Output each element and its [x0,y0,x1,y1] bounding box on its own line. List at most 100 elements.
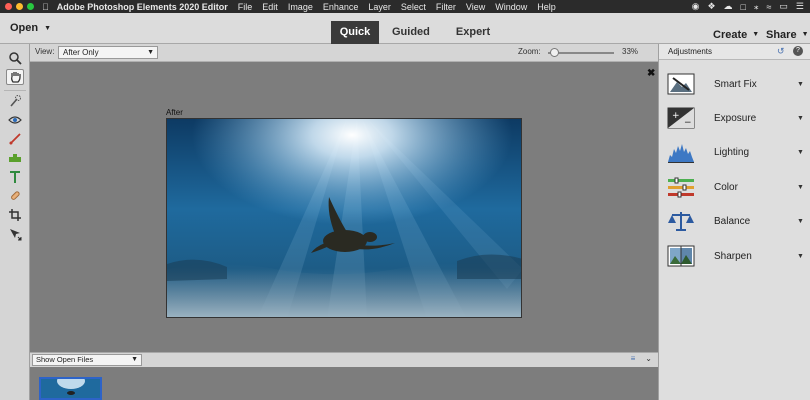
balance-icon [668,212,694,231]
adjustment-label: Exposure [714,112,757,124]
hand-icon [10,72,21,83]
chevron-down-icon: ▼ [801,31,809,38]
bin-select-value: Show Open Files [36,355,94,364]
adjustment-label: Sharpen [714,250,752,262]
underwater-turtle-image [167,119,521,317]
app-header: Open ▼ Quick Guided Expert Create ▼ Shar… [0,13,810,44]
svg-text:+: + [672,111,680,121]
chevron-down-icon: ▼ [797,183,804,191]
collapse-bin-icon[interactable]: ⌄ [645,354,652,363]
quick-selection-tool[interactable] [6,93,24,109]
cloud-icon[interactable]: ☁ [724,1,733,12]
bin-options-icon[interactable]: ≡ [631,354,636,363]
crop-tool[interactable] [6,207,24,223]
chevron-down-icon: ▼ [147,49,154,56]
share-button[interactable]: Share ▼ [766,29,809,41]
adjustment-smart-fix[interactable]: Smart Fix ▼ [659,69,810,99]
system-menu-bar:  Adobe Photoshop Elements 2020 Editor F… [0,0,810,13]
zoom-slider-handle[interactable] [550,48,560,57]
dropbox-icon[interactable]: ❖ [707,1,715,12]
tab-guided[interactable]: Guided [379,21,443,44]
adjustment-sharpen[interactable]: Sharpen ▼ [659,241,810,271]
adjustment-label: Color [714,181,738,193]
chevron-down-icon: ▼ [797,252,804,260]
adjustment-lighting[interactable]: Lighting ▼ [659,137,810,167]
view-label: View: [35,47,55,56]
reset-icon[interactable]: ↺ [777,46,785,57]
apple-menu-icon[interactable]:  [42,2,49,12]
zoom-window-button[interactable] [27,3,34,10]
bluetooth-icon[interactable]: ⁎ [754,1,759,12]
open-label: Open [10,22,39,34]
svg-text:−: − [684,118,692,128]
red-eye-tool[interactable] [6,112,24,128]
share-label: Share [766,29,797,41]
create-button[interactable]: Create ▼ [713,29,759,41]
tab-quick[interactable]: Quick [331,21,379,44]
messages-icon[interactable]: □ [741,2,746,12]
menu-enhance[interactable]: Enhance [323,2,359,12]
menu-filter[interactable]: Filter [436,2,456,12]
crop-icon [9,209,21,221]
lighting-icon [668,144,694,163]
app-name-menu[interactable]: Adobe Photoshop Elements 2020 Editor [57,2,228,12]
whiten-teeth-tool[interactable] [6,131,24,147]
adjustment-color[interactable]: Color ▼ [659,172,810,202]
type-tool[interactable] [6,169,24,185]
menu-select[interactable]: Select [401,2,426,12]
photo-thumbnail[interactable] [39,377,102,400]
menu-view[interactable]: View [466,2,485,12]
open-button[interactable]: Open ▼ [10,22,51,34]
menu-edit[interactable]: Edit [262,2,278,12]
straighten-tool[interactable] [6,150,24,166]
sharpen-icon [667,245,695,267]
menu-image[interactable]: Image [288,2,313,12]
chevron-down-icon: ▼ [44,24,52,32]
view-value: After Only [63,48,99,57]
spot-healing-tool[interactable] [6,188,24,204]
wifi-icon[interactable]: ≈ [766,2,771,12]
chevron-down-icon: ▼ [797,217,804,225]
menu-file[interactable]: File [238,2,253,12]
menu-window[interactable]: Window [495,2,527,12]
minimize-window-button[interactable] [16,3,23,10]
panel-title: Adjustments [668,47,713,56]
adjustment-balance[interactable]: Balance ▼ [659,206,810,236]
adjustment-label: Lighting [714,146,750,158]
close-window-button[interactable] [5,3,12,10]
help-icon[interactable]: ? [793,46,803,56]
eye-icon [8,116,22,124]
status-icons: ◉ ❖ ☁ □ ⁎ ≈ ▭ ☰ [692,0,804,13]
menu-layer[interactable]: Layer [368,2,391,12]
image-canvas[interactable]: After ✖ [30,62,658,352]
tool-options-bar: View: After Only ▼ Zoom: 33% [30,44,658,62]
photo-bin-bar: Show Open Files ▼ ≡ ⌄ [30,352,658,367]
magnifier-icon [9,52,22,65]
panel-header: Adjustments ↺ ? [659,44,810,60]
quick-selection-icon [10,95,21,107]
zoom-tool[interactable] [6,50,24,66]
adjustment-label: Smart Fix [714,78,757,90]
bandage-icon [11,191,20,200]
hand-tool[interactable] [6,69,24,85]
close-document-icon[interactable]: ✖ [647,68,655,79]
creative-cloud-icon[interactable]: ◉ [692,1,700,12]
toolbar-divider [4,90,26,91]
menu-help[interactable]: Help [537,2,556,12]
mode-tabs: Quick Guided Expert [331,21,503,44]
battery-icon[interactable]: ▭ [779,1,788,12]
chevron-down-icon: ▼ [797,80,804,88]
document-photo[interactable] [166,118,522,318]
menu-extra-icon[interactable]: ☰ [796,1,804,12]
adjustment-exposure[interactable]: + − Exposure ▼ [659,103,810,133]
smart-fix-icon [667,73,695,95]
bin-dropdown[interactable]: Show Open Files ▼ [32,354,142,366]
type-icon [10,171,20,183]
zoom-label: Zoom: [518,47,541,56]
tab-expert[interactable]: Expert [443,21,503,44]
adjustments-panel: Adjustments ↺ ? Smart Fix ▼ + − Exposure … [658,44,810,400]
view-dropdown[interactable]: After Only ▼ [58,46,158,59]
exposure-icon: +− [667,107,695,129]
move-tool[interactable] [6,226,24,242]
move-icon [10,229,22,241]
